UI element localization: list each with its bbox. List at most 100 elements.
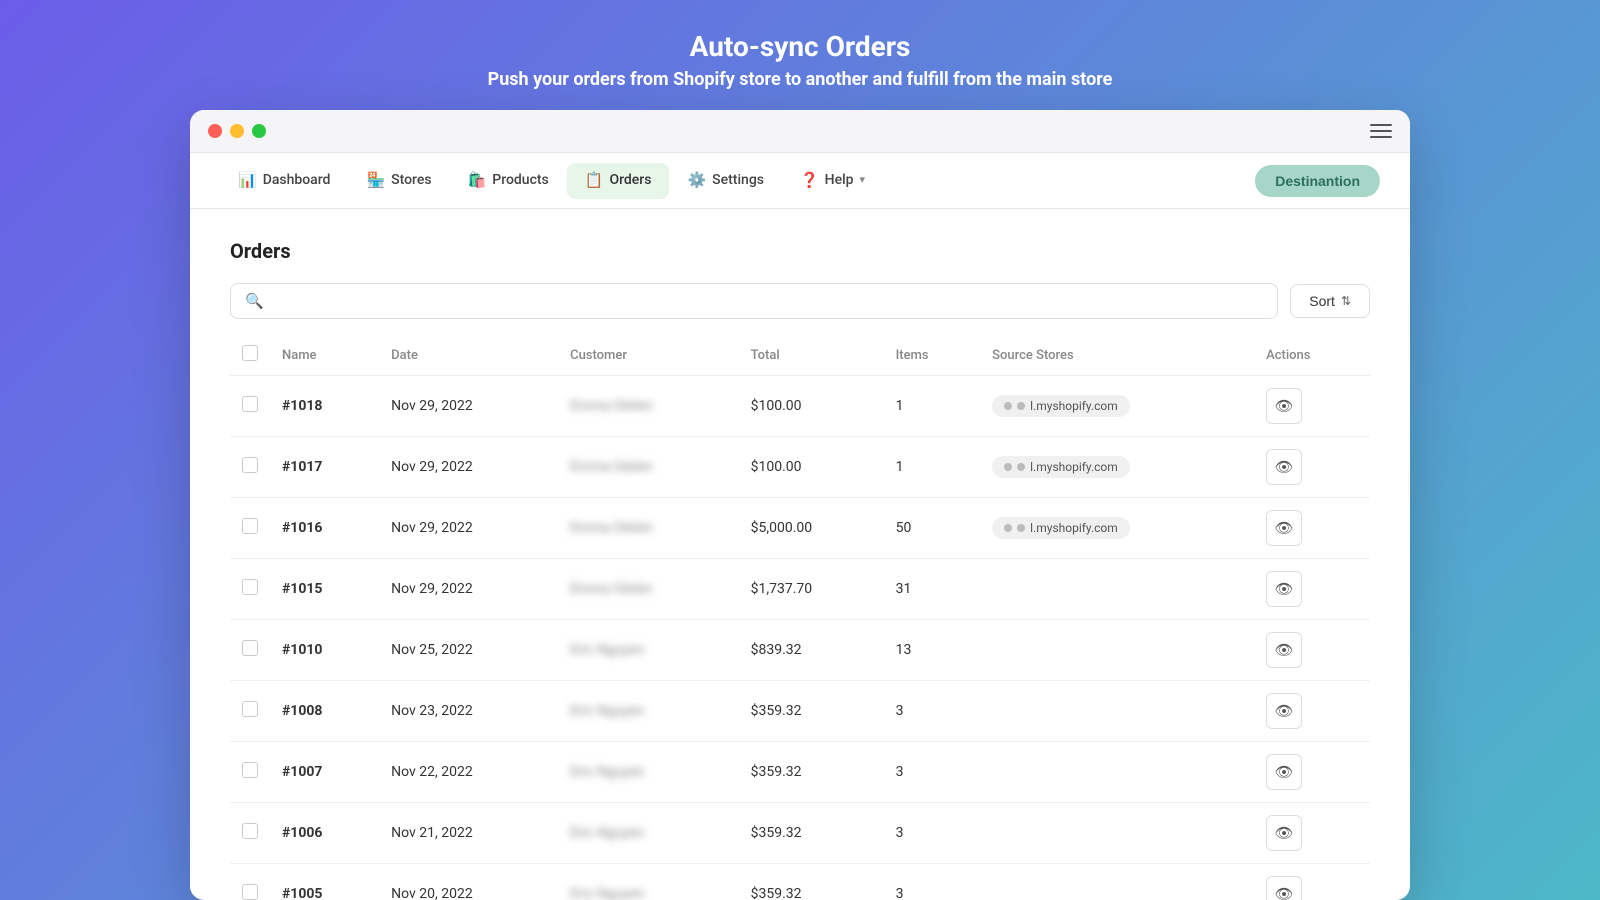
row-checkbox-cell bbox=[230, 437, 270, 498]
order-items: 31 bbox=[884, 559, 981, 620]
order-date: Nov 29, 2022 bbox=[379, 498, 558, 559]
maximize-window-button[interactable] bbox=[252, 124, 266, 138]
order-items: 3 bbox=[884, 681, 981, 742]
col-header-total: Total bbox=[739, 335, 884, 376]
minimize-window-button[interactable] bbox=[230, 124, 244, 138]
order-date: Nov 21, 2022 bbox=[379, 803, 558, 864]
order-source-store: l.myshopify.com bbox=[980, 376, 1254, 437]
header-checkbox-cell bbox=[230, 335, 270, 376]
eye-icon: 👁 bbox=[1275, 397, 1294, 415]
row-checkbox[interactable] bbox=[242, 823, 258, 839]
order-total: $1,737.70 bbox=[739, 559, 884, 620]
order-id: #1007 bbox=[270, 742, 379, 803]
view-order-button[interactable]: 👁 bbox=[1266, 876, 1302, 900]
order-id: #1018 bbox=[270, 376, 379, 437]
destination-button[interactable]: Destinantion bbox=[1255, 165, 1380, 197]
order-items: 3 bbox=[884, 803, 981, 864]
order-total: $359.32 bbox=[739, 681, 884, 742]
order-date: Nov 29, 2022 bbox=[379, 559, 558, 620]
sidebar-item-orders[interactable]: 📋 Orders bbox=[567, 163, 670, 199]
order-total: $359.32 bbox=[739, 864, 884, 900]
store-dot-icon bbox=[1004, 463, 1012, 471]
sidebar-item-stores[interactable]: 🏪 Stores bbox=[348, 153, 449, 209]
sidebar-item-help[interactable]: ❓ Help ▾ bbox=[782, 153, 883, 209]
order-id: #1005 bbox=[270, 864, 379, 900]
row-checkbox[interactable] bbox=[242, 701, 258, 717]
order-date: Nov 29, 2022 bbox=[379, 376, 558, 437]
orders-label: Orders bbox=[609, 172, 651, 188]
col-header-items: Items bbox=[884, 335, 981, 376]
table-row: #1017Nov 29, 2022Emma Glelen$100.001l.my… bbox=[230, 437, 1370, 498]
customer-name-blurred: Emma Glelen bbox=[570, 459, 653, 475]
view-order-button[interactable]: 👁 bbox=[1266, 693, 1302, 729]
customer-name-blurred: Eric Nguyen bbox=[570, 703, 644, 719]
order-actions: 👁 bbox=[1254, 681, 1370, 742]
sort-button[interactable]: Sort ⇅ bbox=[1290, 284, 1370, 318]
order-total: $359.32 bbox=[739, 803, 884, 864]
table-row: #1018Nov 29, 2022Emma Glelen$100.001l.my… bbox=[230, 376, 1370, 437]
row-checkbox[interactable] bbox=[242, 579, 258, 595]
page-header: Auto-sync Orders Push your orders from S… bbox=[488, 30, 1113, 90]
eye-icon: 👁 bbox=[1275, 519, 1294, 537]
view-order-button[interactable]: 👁 bbox=[1266, 510, 1302, 546]
close-window-button[interactable] bbox=[208, 124, 222, 138]
order-items: 50 bbox=[884, 498, 981, 559]
orders-icon: 📋 bbox=[585, 171, 604, 189]
order-actions: 👁 bbox=[1254, 437, 1370, 498]
row-checkbox[interactable] bbox=[242, 457, 258, 473]
row-checkbox[interactable] bbox=[242, 518, 258, 534]
row-checkbox[interactable] bbox=[242, 884, 258, 900]
store-url: l.myshopify.com bbox=[1030, 521, 1118, 535]
search-icon: 🔍 bbox=[245, 292, 264, 310]
order-customer: Eric Nguyen bbox=[558, 681, 739, 742]
view-order-button[interactable]: 👁 bbox=[1266, 571, 1302, 607]
order-id: #1017 bbox=[270, 437, 379, 498]
orders-section-title: Orders bbox=[230, 239, 1370, 263]
order-source-store bbox=[980, 681, 1254, 742]
order-total: $839.32 bbox=[739, 620, 884, 681]
order-date: Nov 22, 2022 bbox=[379, 742, 558, 803]
row-checkbox[interactable] bbox=[242, 640, 258, 656]
hamburger-icon[interactable] bbox=[1370, 124, 1392, 138]
sidebar-item-settings[interactable]: ⚙️ Settings bbox=[669, 153, 782, 209]
row-checkbox[interactable] bbox=[242, 396, 258, 412]
sidebar-item-dashboard[interactable]: 📊 Dashboard bbox=[220, 153, 348, 209]
eye-icon: 👁 bbox=[1275, 458, 1294, 476]
eye-icon: 👁 bbox=[1275, 641, 1294, 659]
order-id: #1006 bbox=[270, 803, 379, 864]
view-order-button[interactable]: 👁 bbox=[1266, 449, 1302, 485]
col-header-date: Date bbox=[379, 335, 558, 376]
order-items: 1 bbox=[884, 376, 981, 437]
customer-name-blurred: Eric Nguyen bbox=[570, 642, 644, 658]
page-subtitle: Push your orders from Shopify store to a… bbox=[488, 69, 1113, 90]
order-source-store: l.myshopify.com bbox=[980, 437, 1254, 498]
view-order-button[interactable]: 👁 bbox=[1266, 632, 1302, 668]
select-all-checkbox[interactable] bbox=[242, 345, 258, 361]
view-order-button[interactable]: 👁 bbox=[1266, 815, 1302, 851]
eye-icon: 👁 bbox=[1275, 763, 1294, 781]
search-input[interactable] bbox=[272, 293, 1264, 309]
row-checkbox-cell bbox=[230, 681, 270, 742]
settings-label: Settings bbox=[712, 172, 764, 188]
help-label: Help bbox=[825, 172, 854, 188]
sidebar-item-products[interactable]: 🛍️ Products bbox=[450, 153, 567, 209]
order-source-store bbox=[980, 559, 1254, 620]
orders-toolbar: 🔍 Sort ⇅ bbox=[230, 283, 1370, 319]
row-checkbox-cell bbox=[230, 620, 270, 681]
order-customer: Eric Nguyen bbox=[558, 864, 739, 900]
order-id: #1008 bbox=[270, 681, 379, 742]
order-date: Nov 25, 2022 bbox=[379, 620, 558, 681]
orders-table: Name Date Customer Total Items Source St… bbox=[230, 335, 1370, 900]
view-order-button[interactable]: 👁 bbox=[1266, 388, 1302, 424]
row-checkbox[interactable] bbox=[242, 762, 258, 778]
row-checkbox-cell bbox=[230, 742, 270, 803]
order-source-store bbox=[980, 742, 1254, 803]
window-controls bbox=[208, 124, 266, 138]
table-header: Name Date Customer Total Items Source St… bbox=[230, 335, 1370, 376]
store-dot-icon bbox=[1017, 463, 1025, 471]
source-store-badge: l.myshopify.com bbox=[992, 456, 1130, 478]
order-actions: 👁 bbox=[1254, 559, 1370, 620]
order-source-store bbox=[980, 803, 1254, 864]
view-order-button[interactable]: 👁 bbox=[1266, 754, 1302, 790]
settings-icon: ⚙️ bbox=[687, 171, 706, 189]
